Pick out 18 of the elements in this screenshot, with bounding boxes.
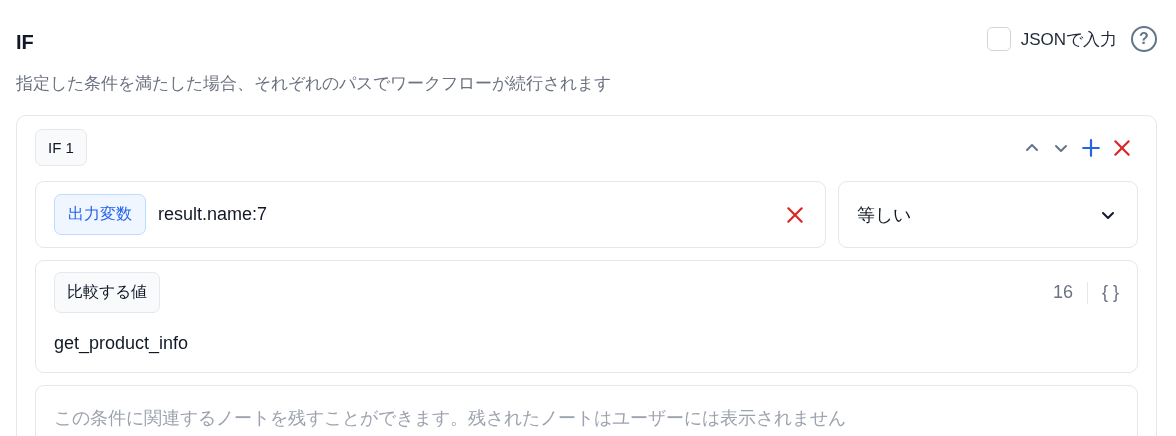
help-icon[interactable]: ? [1131, 26, 1157, 52]
character-count: 16 [1052, 282, 1073, 303]
checkbox-label: JSONで入力 [1020, 28, 1117, 51]
add-icon[interactable] [1081, 137, 1101, 158]
operator-dropdown[interactable]: 等しい [838, 181, 1138, 248]
compare-value-field[interactable]: 比較する値 16 { } get_product_info [35, 260, 1138, 373]
variable-field[interactable]: 出力変数 result.name:7 [35, 181, 826, 248]
variable-value: result.name:7 [158, 204, 269, 225]
variable-tag: 出力変数 [54, 194, 146, 235]
section-title: IF [16, 30, 34, 54]
json-checkbox[interactable] [986, 27, 1011, 51]
braces-button[interactable]: { } [1101, 282, 1119, 303]
clear-icon[interactable] [785, 204, 805, 225]
compare-label: 比較する値 [54, 272, 160, 313]
description-text: 指定した条件を満たした場合、それぞれのパスでワークフローが続行されます [16, 73, 612, 95]
condition-label: IF 1 [35, 129, 87, 166]
delete-icon[interactable] [1112, 137, 1132, 158]
compare-value: get_product_info [54, 333, 190, 354]
